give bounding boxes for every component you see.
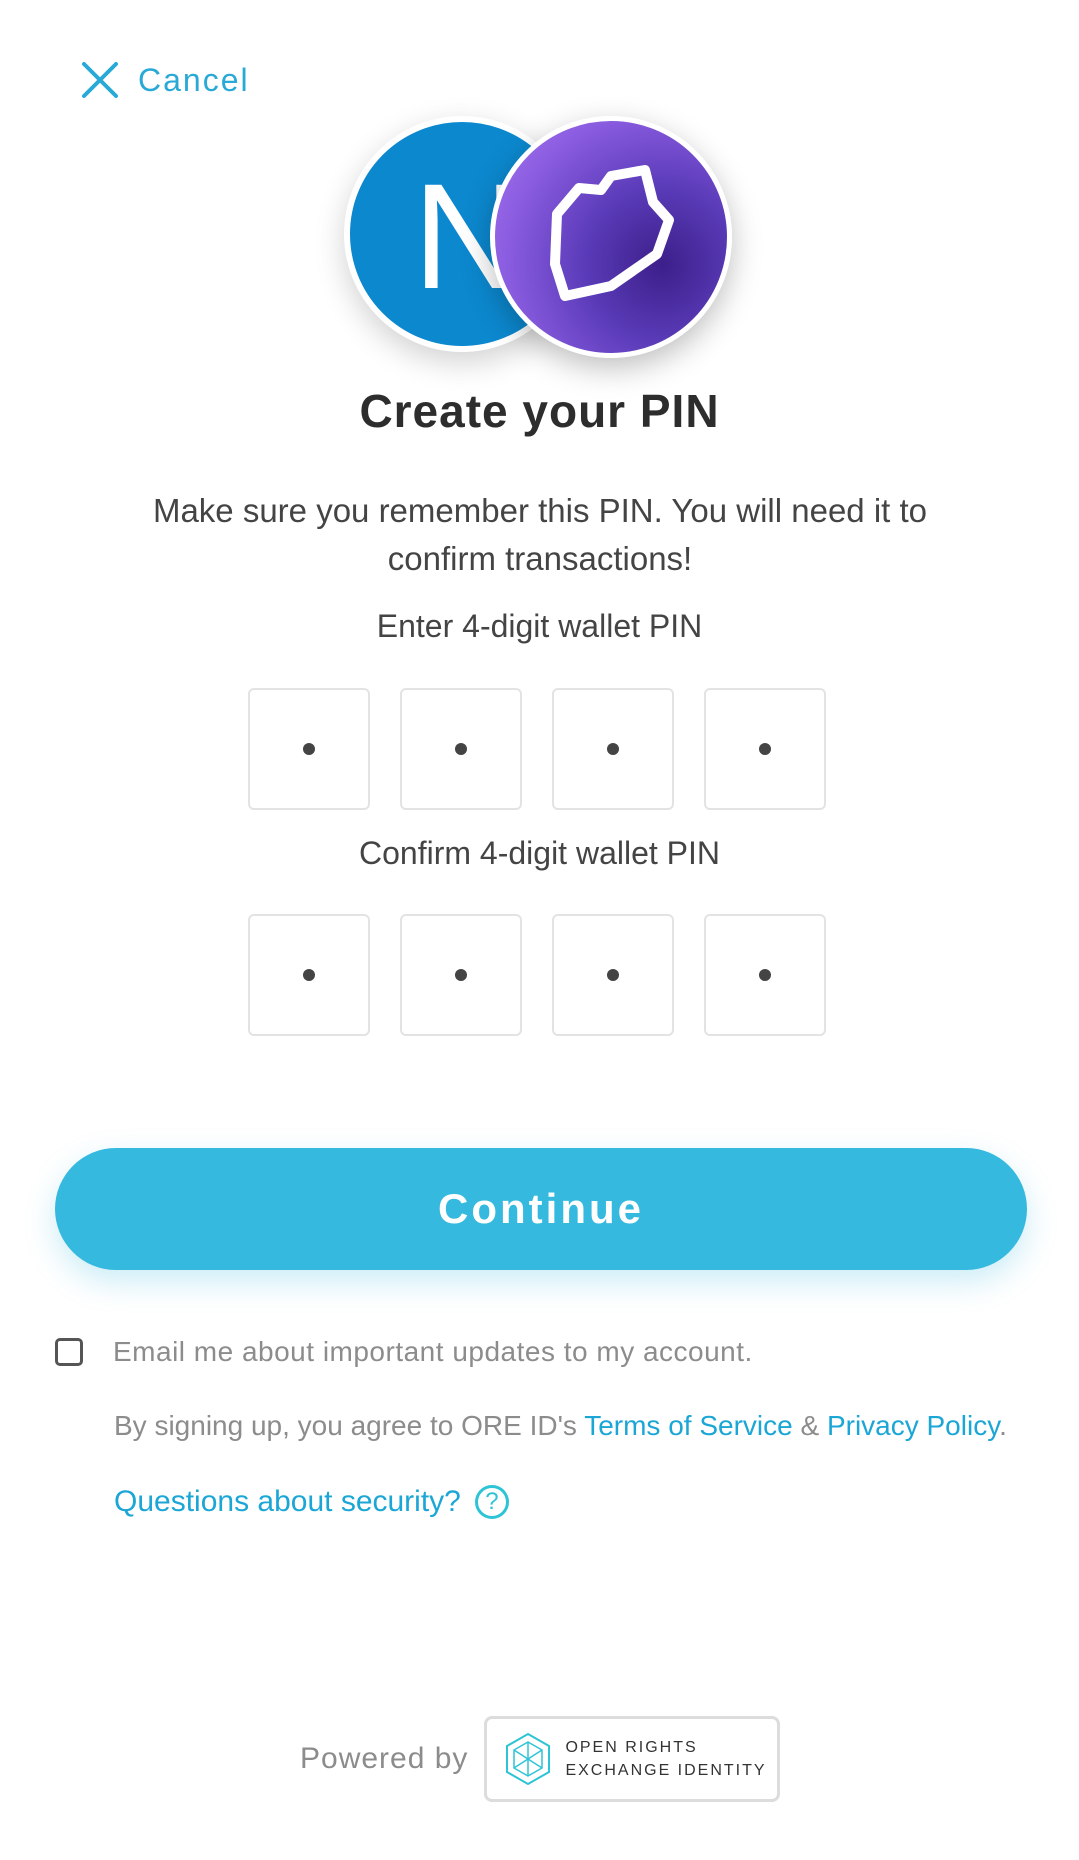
terms-notice: By signing up, you agree to ORE ID's Ter…: [114, 1410, 1007, 1442]
wallet-logo: [490, 116, 732, 358]
continue-button[interactable]: Continue: [55, 1148, 1027, 1270]
pin-confirm-row: [248, 914, 826, 1036]
pin-confirm-digit-2[interactable]: [400, 914, 522, 1036]
cancel-button[interactable]: Cancel: [80, 60, 250, 100]
page-title: Create your PIN: [359, 385, 720, 437]
security-questions-link[interactable]: Questions about security? ?: [114, 1485, 509, 1519]
email-opt-in-label: Email me about important updates to my a…: [113, 1336, 753, 1367]
pin-dot: [455, 743, 467, 755]
powered-by-label: Powered by: [300, 1742, 469, 1775]
terms-prefix: By signing up, you agree to ORE ID's: [114, 1410, 585, 1441]
pin-dot: [607, 743, 619, 755]
pin-dot: [759, 969, 771, 981]
ore-id-badge-text: OPEN RIGHTS EXCHANGE IDENTITY: [565, 1736, 766, 1782]
pin-confirm-label: Confirm 4-digit wallet PIN: [359, 835, 720, 871]
close-icon: [82, 62, 118, 98]
terms-amp: &: [792, 1410, 827, 1441]
pin-confirm-digit-1[interactable]: [248, 914, 370, 1036]
pin-dot: [303, 743, 315, 755]
badge-line-2: EXCHANGE IDENTITY: [565, 1762, 767, 1779]
help-icon: ?: [474, 1485, 509, 1519]
pin-confirm-digit-3[interactable]: [552, 914, 674, 1036]
email-opt-in-checkbox[interactable]: [55, 1338, 83, 1366]
ore-id-logo-icon: [506, 1732, 551, 1786]
powered-by-footer: Powered by OPEN RIGHTS EXCHANGE IDENTITY: [300, 1716, 781, 1802]
page-subtitle: Make sure you remember this PIN. You wil…: [152, 492, 928, 577]
pin-entry-digit-3[interactable]: [552, 688, 674, 810]
wallet-logo-icon: [550, 165, 674, 301]
pin-dot: [759, 743, 771, 755]
pin-dot: [303, 969, 315, 981]
pin-entry-label: Enter 4-digit wallet PIN: [376, 608, 703, 644]
pin-entry-digit-1[interactable]: [248, 688, 370, 810]
ore-id-badge[interactable]: OPEN RIGHTS EXCHANGE IDENTITY: [484, 1716, 781, 1802]
terms-suffix: .: [999, 1410, 1007, 1441]
app-logos: N: [340, 112, 740, 366]
cancel-label: Cancel: [138, 61, 250, 98]
badge-line-1: OPEN RIGHTS: [565, 1739, 698, 1756]
terms-of-service-link[interactable]: Terms of Service: [584, 1410, 793, 1441]
pin-dot: [607, 969, 619, 981]
pin-dot: [455, 969, 467, 981]
pin-entry-row: [248, 688, 826, 810]
security-link-label: Questions about security?: [114, 1485, 461, 1518]
privacy-policy-link[interactable]: Privacy Policy: [827, 1410, 999, 1441]
email-opt-in: Email me about important updates to my a…: [55, 1336, 753, 1368]
pin-confirm-digit-4[interactable]: [704, 914, 826, 1036]
pin-entry-digit-4[interactable]: [704, 688, 826, 810]
pin-entry-digit-2[interactable]: [400, 688, 522, 810]
